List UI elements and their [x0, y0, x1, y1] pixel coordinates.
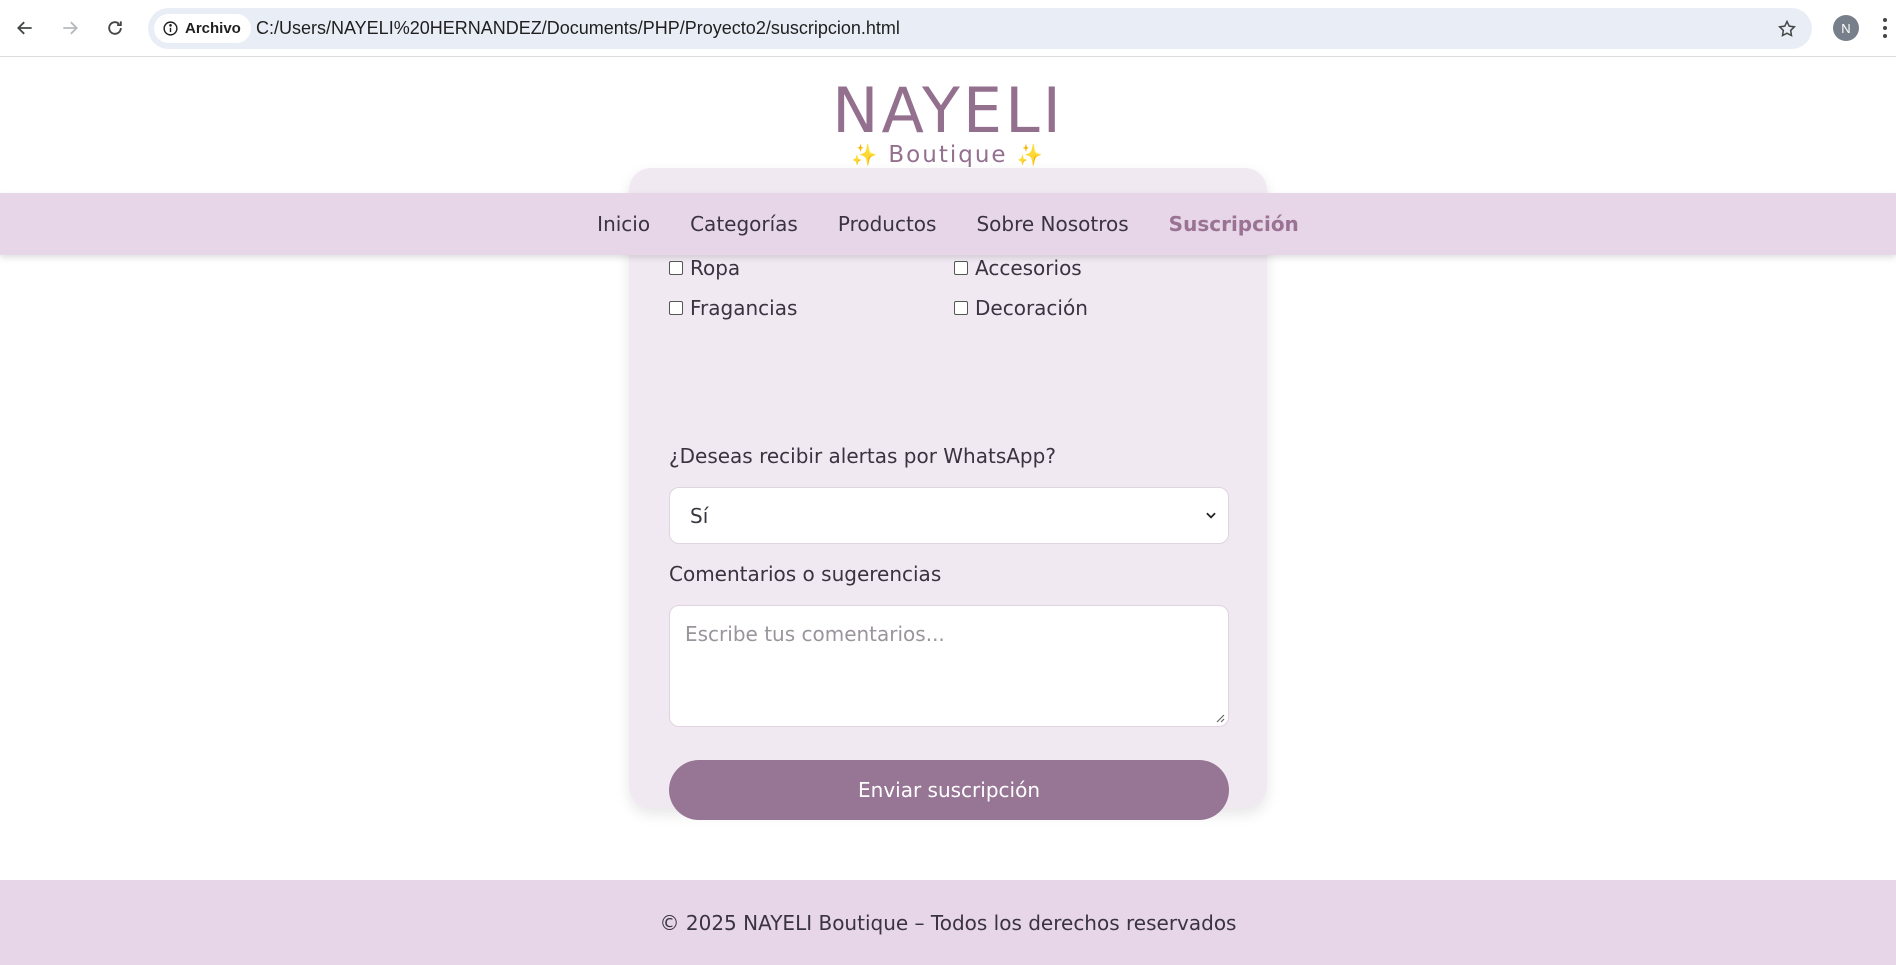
checkbox[interactable] [669, 261, 683, 275]
footer-text: © 2025 NAYELI Boutique – Todos los derec… [659, 910, 1237, 935]
nav-link-inicio[interactable]: Inicio [597, 212, 650, 236]
site-chip-label: Archivo [185, 20, 241, 37]
checkbox[interactable] [954, 261, 968, 275]
checkbox[interactable] [669, 301, 683, 315]
sparkle-icon: ✨ [850, 143, 880, 167]
star-icon[interactable] [1774, 16, 1800, 42]
tagline-text: Boutique [888, 142, 1008, 168]
browser-toolbar: Archivo C:/Users/NAYELI%20HERNANDEZ/Docu… [0, 0, 1896, 57]
checkbox-label: Fragancias [690, 296, 798, 320]
site-logo[interactable]: NAYELI [0, 74, 1896, 147]
checkbox[interactable] [954, 301, 968, 315]
address-bar[interactable]: Archivo C:/Users/NAYELI%20HERNANDEZ/Docu… [148, 8, 1812, 49]
resize-handle-icon[interactable] [1215, 713, 1225, 723]
page: NAYELI ✨ Boutique ✨ Inicio Categorías Pr… [0, 58, 1896, 965]
nav-link-categorias[interactable]: Categorías [690, 212, 798, 236]
sparkle-icon: ✨ [1016, 143, 1046, 167]
chevron-down-icon [1206, 512, 1216, 519]
interest-checkbox-accesorios[interactable]: Accesorios [954, 256, 1082, 280]
profile-avatar[interactable]: N [1833, 15, 1859, 41]
site-tagline: ✨ Boutique ✨ [0, 142, 1896, 168]
checkbox-label: Decoración [975, 296, 1088, 320]
forward-arrow-icon[interactable] [54, 12, 86, 44]
url-text[interactable]: C:/Users/NAYELI%20HERNANDEZ/Documents/PH… [256, 8, 900, 49]
kebab-menu-icon[interactable] [1878, 14, 1892, 42]
back-arrow-icon[interactable] [9, 12, 41, 44]
reload-icon[interactable] [99, 12, 131, 44]
interest-checkbox-ropa[interactable]: Ropa [669, 256, 740, 280]
checkbox-label: Ropa [690, 256, 741, 280]
whatsapp-label: ¿Deseas recibir alertas por WhatsApp? [669, 444, 1056, 468]
interest-checkbox-fragancias[interactable]: Fragancias [669, 296, 797, 320]
checkbox-label: Accesorios [975, 256, 1082, 280]
whatsapp-select-value: Sí [690, 503, 709, 528]
site-info-chip[interactable]: Archivo [154, 14, 251, 43]
subscription-form-card: Ropa Accesorios Fragancias Decoración ¿D… [629, 168, 1267, 820]
submit-subscription-button[interactable]: Enviar suscripción [669, 760, 1229, 820]
nav-link-sobre-nosotros[interactable]: Sobre Nosotros [976, 212, 1128, 236]
whatsapp-select[interactable]: Sí [669, 487, 1229, 544]
site-footer: © 2025 NAYELI Boutique – Todos los derec… [0, 880, 1896, 965]
nav-link-suscripcion[interactable]: Suscripción [1169, 212, 1299, 236]
info-icon [163, 21, 178, 36]
comments-textarea[interactable]: Escribe tus comentarios... [669, 605, 1229, 727]
nav-link-productos[interactable]: Productos [838, 212, 937, 236]
main-navbar: Inicio Categorías Productos Sobre Nosotr… [0, 193, 1896, 255]
comments-placeholder: Escribe tus comentarios... [685, 622, 945, 646]
comments-label: Comentarios o sugerencias [669, 562, 942, 586]
interest-checkbox-decoracion[interactable]: Decoración [954, 296, 1088, 320]
